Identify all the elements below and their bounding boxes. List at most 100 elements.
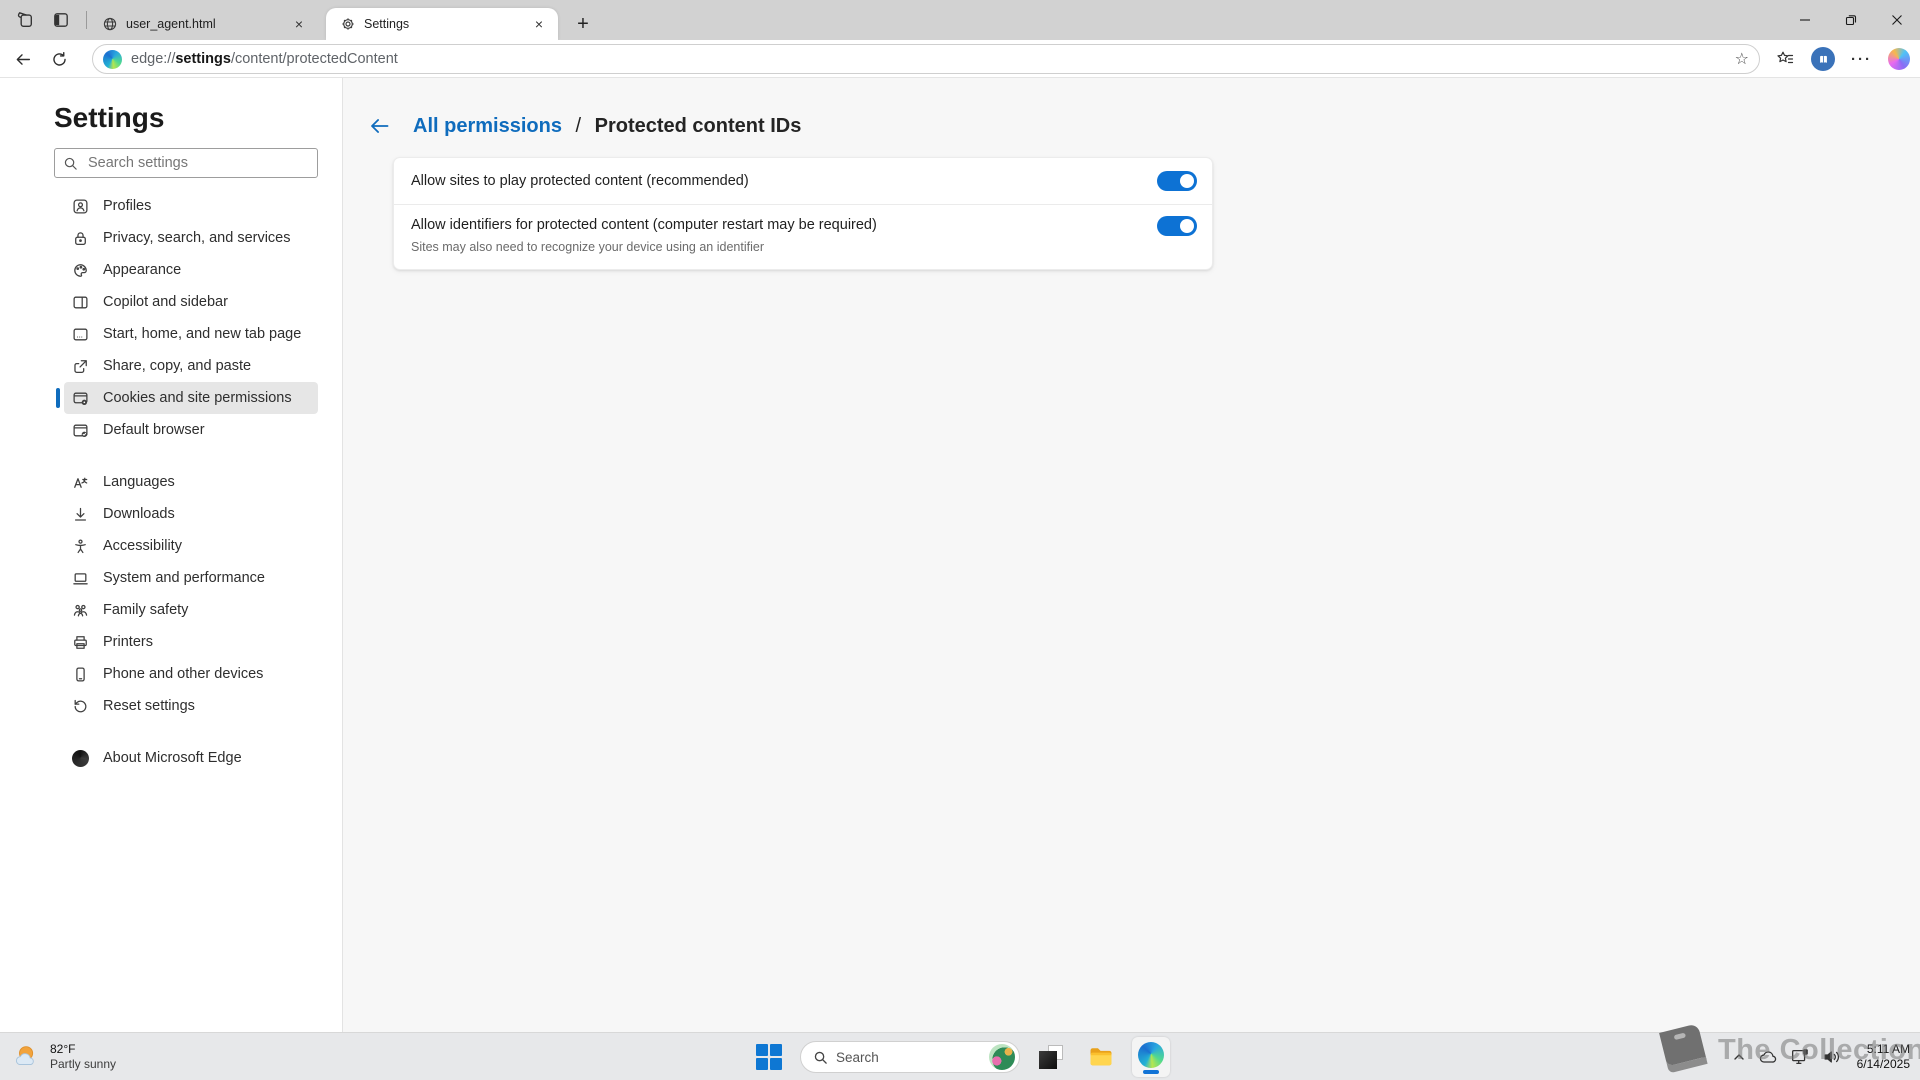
tab-actions-icon[interactable] [46,5,76,35]
weather-temperature: 82°F [50,1042,116,1057]
sidebar-item-accessibility[interactable]: Accessibility [64,530,318,562]
address-bar[interactable]: edge://settings/content/protectedContent… [92,44,1760,74]
sidebar-item-cookies-permissions[interactable]: Cookies and site permissions [64,382,318,414]
settings-search-box[interactable] [54,148,318,178]
tab-title: user_agent.html [126,17,290,31]
start-button[interactable] [750,1037,788,1077]
sidebar-item-share-copy-paste[interactable]: Share, copy, and paste [64,350,318,382]
lock-icon [72,230,89,247]
workspaces-icon[interactable] [10,5,40,35]
home-icon [72,326,89,343]
taskbar-weather-widget[interactable]: 82°F Partly sunny [12,1033,116,1080]
setting-row-play-protected: Allow sites to play protected content (r… [394,158,1212,205]
taskbar-search-box[interactable]: Search [800,1041,1020,1073]
phone-icon [72,666,89,683]
sidebar-item-start-home[interactable]: Start, home, and new tab page [64,318,318,350]
search-icon [813,1050,828,1065]
profile-icon [72,198,89,215]
restore-button[interactable] [1828,0,1874,40]
sidebar-item-profiles[interactable]: Profiles [64,190,318,222]
sidebar-item-phone-devices[interactable]: Phone and other devices [64,658,318,690]
family-icon [72,602,89,619]
breadcrumb-separator: / [576,115,582,137]
settings-nav: Profiles Privacy, search, and services A… [0,190,343,774]
browser-check-icon [72,422,89,439]
taskbar-clock[interactable]: 5:11 AM 6/14/2025 [1857,1042,1910,1072]
settings-sidebar: Settings Profiles Privacy, search, and s… [0,78,343,1032]
sidebar-item-copilot-sidebar[interactable]: Copilot and sidebar [64,286,318,318]
sidebar-item-printers[interactable]: Printers [64,626,318,658]
nav-group-gap [0,722,343,742]
tray-display-language-icon[interactable] [1789,1046,1811,1068]
taskbar-search-placeholder: Search [836,1050,981,1065]
globe-icon [102,16,118,32]
reset-icon [72,698,89,715]
toggle-knob [1180,174,1194,188]
search-highlight-image[interactable] [989,1044,1015,1070]
settings-more-icon[interactable]: ··· [1851,51,1872,68]
breadcrumb-all-permissions-link[interactable]: All permissions [413,115,562,137]
collections-extension-icon[interactable] [1811,47,1835,71]
tray-chevron-up-icon[interactable] [1731,1049,1747,1065]
gear-icon [340,16,356,32]
weather-condition: Partly sunny [50,1057,116,1072]
sidebar-item-reset-settings[interactable]: Reset settings [64,690,318,722]
settings-title: Settings [54,102,164,134]
tab-strip: user_agent.html × Settings × + [0,0,1920,40]
close-window-button[interactable] [1874,0,1920,40]
sidebar-item-default-browser[interactable]: Default browser [64,414,318,446]
new-tab-button[interactable]: + [568,9,598,39]
taskbar-app-dark-window[interactable] [1032,1037,1070,1077]
sidebar-icon [72,294,89,311]
back-button[interactable] [8,44,38,74]
toggle-identifiers[interactable] [1157,216,1197,236]
search-icon [63,156,78,171]
sidebar-item-system-performance[interactable]: System and performance [64,562,318,594]
tab-close-icon[interactable]: × [290,15,308,33]
tray-volume-icon[interactable] [1821,1046,1843,1068]
toggle-play-protected[interactable] [1157,171,1197,191]
favorites-list-icon[interactable] [1775,49,1795,69]
edge-logo-icon [72,750,89,767]
nav-group-gap [0,446,343,466]
accessibility-icon [72,538,89,555]
sidebar-item-downloads[interactable]: Downloads [64,498,318,530]
sidebar-item-appearance[interactable]: Appearance [64,254,318,286]
clock-time: 5:11 AM [1867,1042,1910,1057]
toggle-knob [1180,219,1194,233]
taskbar-edge-app[interactable] [1132,1037,1170,1077]
tab-user-agent[interactable]: user_agent.html × [88,8,318,40]
download-icon [72,506,89,523]
tab-close-icon[interactable]: × [530,15,548,33]
breadcrumb-back-icon[interactable] [365,111,395,141]
site-edge-icon [103,50,122,69]
tab-title: Settings [364,17,530,31]
setting-description: Sites may also need to recognize your de… [411,240,1195,254]
sidebar-item-family-safety[interactable]: Family safety [64,594,318,626]
settings-content: All permissions / Protected content IDs … [343,78,1920,1032]
breadcrumb: All permissions / Protected content IDs [413,115,801,138]
windows-taskbar: 82°F Partly sunny Search [0,1032,1920,1080]
add-favorite-icon[interactable]: ☆ [1735,49,1749,69]
setting-label: Allow sites to play protected content (r… [411,173,749,189]
app-window-icon [1039,1045,1063,1069]
laptop-icon [72,570,89,587]
system-tray: 5:11 AM 6/14/2025 [1731,1033,1916,1080]
clock-date: 6/14/2025 [1857,1057,1910,1072]
edge-logo-icon [1138,1042,1164,1068]
sidebar-item-languages[interactable]: Languages [64,466,318,498]
sidebar-item-privacy[interactable]: Privacy, search, and services [64,222,318,254]
copilot-icon[interactable] [1888,48,1910,70]
minimize-button[interactable] [1782,0,1828,40]
windows-logo-icon [756,1044,782,1070]
weather-icon [12,1042,42,1072]
taskbar-file-explorer[interactable] [1082,1037,1120,1077]
tray-onedrive-cloud-icon[interactable] [1757,1046,1779,1068]
settings-page: Settings Profiles Privacy, search, and s… [0,78,1920,1032]
refresh-button[interactable] [44,44,74,74]
protected-content-card: Allow sites to play protected content (r… [393,157,1213,270]
sidebar-item-about-edge[interactable]: About Microsoft Edge [64,742,318,774]
settings-search-input[interactable] [86,154,309,172]
tab-settings[interactable]: Settings × [326,8,558,40]
palette-icon [72,262,89,279]
